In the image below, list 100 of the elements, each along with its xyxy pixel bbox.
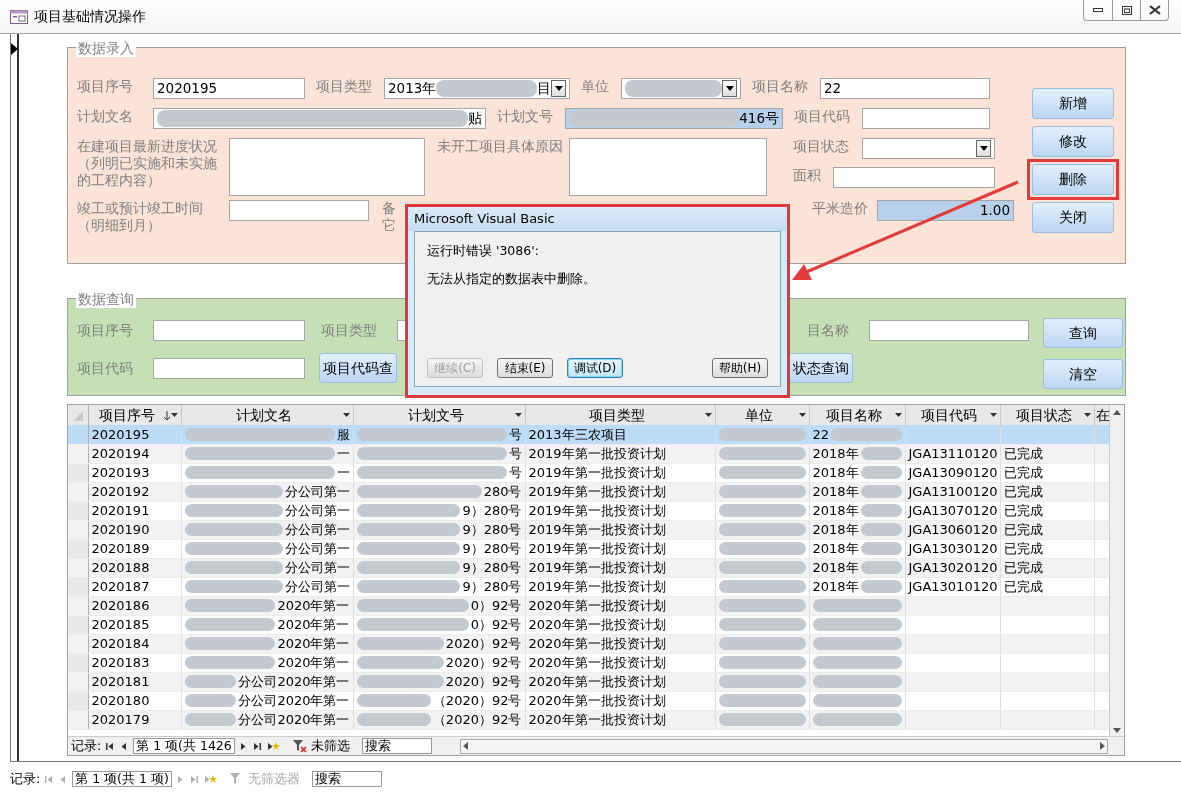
search-field[interactable]: 搜索 <box>361 738 432 754</box>
text-field[interactable]: 2020195 <box>153 78 305 99</box>
table-cell: 号 <box>508 426 522 443</box>
action-button[interactable]: 修改 <box>1032 126 1114 157</box>
text-field[interactable] <box>833 167 995 188</box>
text-field[interactable] <box>153 320 305 341</box>
table-cell: 2019年第一批投资计划 <box>528 445 666 463</box>
table-cell: 9）280号 <box>462 521 522 539</box>
table-row[interactable]: 2020185 2020年第一 0）92号 2020年第一批投资计划 <box>68 615 1110 635</box>
table-row[interactable]: 2020183 2020年第一 2020）92号 2020年第一批投资计划 <box>68 653 1110 673</box>
table-cell: 分公司2020年第一 <box>238 673 350 691</box>
table-cell: 0）92号 <box>470 616 522 634</box>
form-icon <box>10 9 28 24</box>
dropdown-arrow-icon[interactable] <box>342 413 350 418</box>
text-field[interactable] <box>862 108 990 129</box>
combo-box[interactable] <box>621 78 741 99</box>
table-cell: 2019年第一批投资计划 <box>528 521 666 539</box>
table-cell: 2020190 <box>91 521 150 539</box>
dropdown-arrow-icon[interactable] <box>989 413 997 418</box>
field-label: 平米造价 <box>812 200 869 217</box>
table-cell: 2020年第一批投资计划 <box>528 597 666 615</box>
table-cell: 2020179 <box>91 711 150 729</box>
readonly-field[interactable]: 1.00 <box>877 200 1014 221</box>
dropdown-arrow-icon <box>725 86 734 91</box>
search-field[interactable]: 搜索 <box>311 771 382 787</box>
last-record-icon[interactable] <box>252 740 263 752</box>
column-header[interactable]: 项目状态 <box>1000 405 1094 426</box>
action-button[interactable]: 新增 <box>1032 88 1114 119</box>
column-header[interactable]: 项目代码 <box>905 405 1000 426</box>
query-button[interactable]: 状态查询 <box>789 353 853 383</box>
dropdown-arrow-icon[interactable] <box>704 413 712 418</box>
table-cell: 2020年第一 <box>277 597 350 615</box>
table-row[interactable]: 2020180 分公司2020年第一 （2020）92号 2020年第一批投资计划 <box>68 691 1110 711</box>
text-field[interactable] <box>869 320 1029 341</box>
dropdown-arrow-icon[interactable] <box>798 413 806 418</box>
table-row[interactable]: 2020184 2020年第一 2020）92号 2020年第一批投资计划 <box>68 634 1110 654</box>
query-button[interactable]: 查询 <box>1043 318 1123 348</box>
table-row[interactable]: 2020194 一 号 2019年第一批投资计划 2018年 JGA13110120 已完成 <box>68 444 1110 464</box>
dropdown-arrow-icon[interactable] <box>1083 413 1091 418</box>
field-label: 项目名称 <box>752 78 809 95</box>
dropdown-arrow-icon[interactable] <box>514 413 522 418</box>
table-cell: 已完成 <box>1003 540 1043 558</box>
column-header[interactable]: 项目名称 <box>809 405 905 426</box>
scroll-right-icon[interactable] <box>1097 740 1107 752</box>
dropdown-arrow-icon[interactable] <box>170 413 178 418</box>
record-position-field[interactable]: 第 1 项(共 1 项) <box>72 771 172 787</box>
table-row[interactable]: 2020191 分公司第一 9）280号 2019年第一批投资计划 2018年 JGA13070120 已完成 <box>68 501 1110 521</box>
table-row[interactable]: 2020192 分公司第一 280号 2019年第一批投资计划 2018年 JGA13100120 已完成 <box>68 482 1110 502</box>
query-button[interactable]: 清空 <box>1043 359 1123 389</box>
action-button[interactable]: 删除 <box>1032 164 1114 195</box>
sort-icon[interactable] <box>162 410 171 420</box>
table-row[interactable]: 2020188 分公司第一 9）280号 2019年第一批投资计划 2018年 JGA13020120 已完成 <box>68 558 1110 578</box>
column-header[interactable]: 计划文名 <box>181 405 353 426</box>
text-field[interactable] <box>153 357 305 379</box>
vertical-scrollbar[interactable] <box>1109 405 1124 738</box>
dropdown-arrow-icon[interactable] <box>894 413 902 418</box>
table-row[interactable]: 2020195 服 号 2013年三农项目 22 <box>68 425 1110 445</box>
text-field[interactable]: 贴 <box>153 108 486 129</box>
table-cell: 已完成 <box>1003 502 1043 520</box>
table-row[interactable]: 2020187 分公司第一 9）280号 2019年第一批投资计划 2018年 JGA13010120 已完成 <box>68 577 1110 597</box>
table-cell: 2018年 <box>812 445 859 463</box>
dialog-button[interactable]: 帮助(H) <box>712 358 768 378</box>
query-button[interactable]: 项目代码查 <box>319 353 397 383</box>
filter-icon <box>292 739 307 753</box>
first-record-icon[interactable] <box>105 740 116 752</box>
table-row[interactable]: 2020189 分公司第一 9）280号 2019年第一批投资计划 2018年 JGA13030120 已完成 <box>68 539 1110 559</box>
memo-field[interactable] <box>569 138 767 196</box>
table-cell: JGA13070120 <box>908 502 998 520</box>
readonly-field[interactable]: 416号 <box>565 108 783 129</box>
record-position-field[interactable]: 第 1 项(共 1426 <box>133 738 235 754</box>
filter-button[interactable]: 未筛选 <box>292 736 350 755</box>
table-row[interactable]: 2020190 分公司第一 9）280号 2019年第一批投资计划 2018年 JGA13060120 已完成 <box>68 520 1110 540</box>
column-header[interactable]: 项目类型 <box>525 405 715 426</box>
field-label: 计划文名 <box>77 108 134 125</box>
table-row[interactable]: 2020181 分公司2020年第一 2020）92号 2020年第一批投资计划 <box>68 672 1110 692</box>
new-record-icon[interactable] <box>266 740 281 752</box>
table-cell: 2020年第一 <box>277 635 350 653</box>
combo-box[interactable] <box>862 138 995 159</box>
combo-box[interactable]: 2013年 目 <box>384 78 570 99</box>
text-field[interactable]: 22 <box>820 78 990 99</box>
table-cell: 2020184 <box>91 635 150 653</box>
table-cell: 2018年 <box>812 521 859 539</box>
column-header[interactable]: 项目序号 <box>88 405 181 426</box>
table-row[interactable]: 2020179 分公司2020年第一 （2020）92号 2020年第一批投资计划 <box>68 710 1110 730</box>
memo-field[interactable] <box>229 138 425 196</box>
action-button[interactable]: 关闭 <box>1032 202 1114 233</box>
dialog-button[interactable]: 调试(D) <box>567 358 623 378</box>
record-label: 记录: <box>10 769 41 788</box>
dialog-button[interactable]: 结束(E) <box>497 358 553 378</box>
text-field[interactable] <box>229 200 369 221</box>
table-row[interactable]: 2020186 2020年第一 0）92号 2020年第一批投资计划 <box>68 596 1110 616</box>
table-row[interactable]: 2020193 一 号 2019年第一批投资计划 2018年 JGA13090120 已完成 <box>68 463 1110 483</box>
field-label: 竣工或预计竣工时间（明细到月） <box>77 200 204 234</box>
table-cell: 2018年 <box>812 540 859 558</box>
record-label: 记录: <box>71 736 102 755</box>
column-header[interactable]: 计划文号 <box>353 405 525 426</box>
column-header[interactable]: 单位 <box>715 405 809 426</box>
field-label: 面积 <box>793 167 822 184</box>
table-cell: 2020年第一批投资计划 <box>528 673 666 691</box>
horizontal-scrollbar[interactable] <box>459 738 1108 754</box>
